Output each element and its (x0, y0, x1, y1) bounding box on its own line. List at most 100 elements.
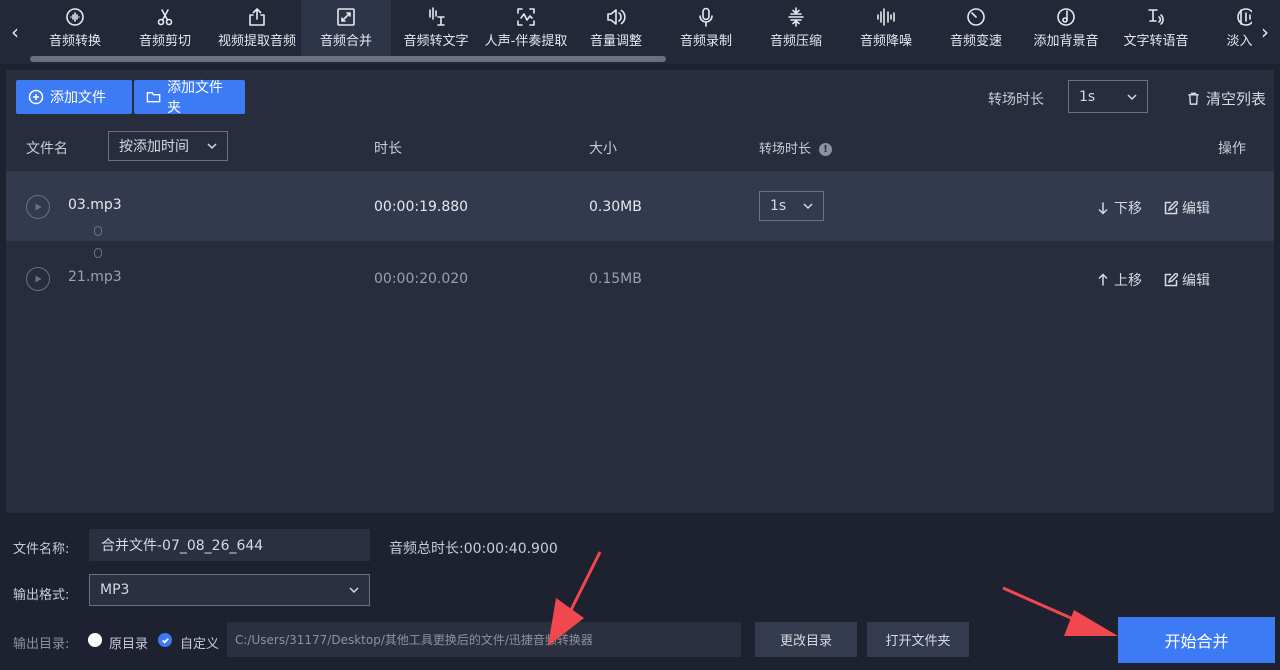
check-icon (161, 637, 169, 644)
total-duration-label: 音频总时长: (389, 541, 464, 557)
merge-panel: 添加文件 添加文件夹 转场时长 1s 清空列表 文件名 按添加时间 时长 大小 … (6, 70, 1274, 513)
volume-icon (605, 6, 627, 28)
tab-compress[interactable]: 音频压缩 (751, 0, 841, 58)
transition-label: 转场时长 (988, 92, 1044, 108)
compress-icon (785, 6, 807, 28)
tab-microphone[interactable]: 音频录制 (661, 0, 751, 58)
header-size: 大小 (589, 141, 617, 157)
original-dir-label: 原目录 (109, 637, 149, 652)
transition-select-value: 1s (1079, 88, 1096, 105)
tab-label: 文字转语音 (1123, 34, 1189, 49)
move-up-label: 上移 (1114, 273, 1142, 289)
file-size: 0.15MB (589, 271, 642, 287)
header-transition: 转场时长! (759, 138, 833, 157)
row-transition-value: 1s (770, 198, 787, 214)
header-duration: 时长 (374, 141, 402, 157)
header-filename: 文件名 (26, 141, 68, 157)
edit-label: 编辑 (1182, 201, 1210, 217)
folder-icon (146, 92, 161, 103)
clear-list-button[interactable]: 清空列表 (1186, 88, 1266, 109)
trash-icon (1188, 92, 1199, 105)
tab-fade[interactable]: 淡入淡 (1201, 0, 1252, 58)
add-folder-button[interactable]: 添加文件夹 (134, 80, 245, 116)
noise-reduction-icon (875, 6, 897, 28)
text-to-speech-icon (1145, 6, 1167, 28)
plus-circle-icon (28, 89, 44, 105)
arrow-down-icon (1098, 202, 1108, 215)
start-merge-button[interactable]: 开始合并 (1118, 617, 1275, 663)
row-transition-select[interactable]: 1s (759, 191, 824, 221)
move-down-label: 下移 (1114, 201, 1142, 217)
tab-waveform-box[interactable]: 人声-伴奏提取 (481, 0, 571, 58)
chevron-down-icon (349, 585, 359, 595)
chevron-down-icon (803, 201, 813, 211)
tab-label: 人声-伴奏提取 (484, 34, 568, 49)
tab-noise-reduction[interactable]: 音频降噪 (841, 0, 931, 58)
tab-label: 音频录制 (679, 34, 732, 49)
play-icon[interactable] (26, 267, 50, 291)
tab-speed[interactable]: 音频变速 (931, 0, 1021, 58)
file-name: 03.mp3 (68, 197, 122, 213)
annotation-arrow-head (1064, 610, 1118, 636)
tab-volume[interactable]: 音量调整 (571, 0, 661, 58)
add-file-label: 添加文件 (50, 90, 106, 106)
speech-to-text-icon (425, 6, 447, 28)
link-connector-icon (94, 226, 102, 236)
clear-list-label: 清空列表 (1206, 90, 1267, 108)
open-folder-button[interactable]: 打开文件夹 (867, 622, 969, 657)
tab-label: 音频合并 (319, 34, 372, 49)
toolbar-scrollbar[interactable] (30, 56, 666, 62)
sort-select[interactable]: 按添加时间 (108, 131, 228, 161)
speed-icon (965, 6, 987, 28)
tab-text-to-speech[interactable]: 文字转语音 (1111, 0, 1201, 58)
edit-button[interactable]: 编辑 (1164, 198, 1210, 218)
output-path-value: C:/Users/31177/Desktop/其他工具更换后的文件/迅捷音频转换… (235, 633, 593, 647)
tab-upload[interactable]: 视频提取音频 (212, 0, 302, 58)
output-dir-label: 输出目录: (13, 637, 70, 652)
radio-original-dir[interactable] (88, 633, 102, 647)
file-duration: 00:00:20.020 (374, 271, 469, 287)
tab-label: 音频转文字 (403, 34, 469, 49)
filename-label: 文件名称: (13, 542, 70, 557)
tab-merge[interactable]: 音频合并 (301, 0, 391, 58)
output-path-field[interactable]: C:/Users/31177/Desktop/其他工具更换后的文件/迅捷音频转换… (227, 622, 741, 657)
info-icon[interactable]: ! (819, 143, 833, 156)
tab-speech-to-text[interactable]: 音频转文字 (391, 0, 481, 58)
arrow-up-icon (1098, 273, 1108, 286)
edit-button[interactable]: 编辑 (1164, 270, 1210, 290)
feature-tabs: 音频转换 音频剪切 视频提取音频 音频合并 音频转文字 人声-伴奏提取 音量调整 音频录制 音频… (30, 0, 1252, 58)
audio-convert-icon (64, 6, 86, 28)
transition-select[interactable]: 1s (1068, 80, 1148, 113)
play-icon[interactable] (26, 195, 50, 219)
tab-label: 音频变速 (949, 34, 1002, 49)
tab-music-disc[interactable]: 添加背景音 (1021, 0, 1111, 58)
tab-scissors[interactable]: 音频剪切 (120, 0, 210, 58)
tab-label: 音量调整 (589, 34, 642, 49)
change-dir-button[interactable]: 更改目录 (755, 622, 857, 657)
tab-label: 音频压缩 (769, 34, 822, 49)
file-name: 21.mp3 (68, 269, 122, 285)
filename-input[interactable]: 合并文件-07_08_26_644 (89, 529, 370, 561)
scroll-right-arrow-icon[interactable]: › (1250, 0, 1280, 64)
header-transition-label: 转场时长 (759, 142, 812, 157)
table-row[interactable]: 21.mp3 00:00:20.020 0.15MB 上移 编辑 (6, 244, 1274, 314)
move-up-button[interactable]: 上移 (1096, 270, 1142, 290)
microphone-icon (695, 6, 717, 28)
radio-custom-dir[interactable] (158, 633, 172, 647)
move-down-button[interactable]: 下移 (1096, 198, 1142, 218)
sort-select-value: 按添加时间 (119, 139, 189, 155)
scroll-left-arrow-icon[interactable]: ‹ (0, 0, 30, 64)
custom-dir-label: 自定义 (180, 637, 220, 652)
format-select[interactable]: MP3 (89, 574, 370, 606)
feature-toolbar: ‹ 音频转换 音频剪切 视频提取音频 音频合并 音频转文字 人声-伴奏提取 音量调整 音频录制… (0, 0, 1280, 64)
scissors-icon (154, 6, 176, 28)
table-row[interactable]: 03.mp3 00:00:19.880 0.30MB 1s 下移 编辑 (6, 171, 1274, 241)
upload-icon (246, 6, 268, 28)
chevron-down-icon (1127, 92, 1137, 102)
edit-icon (1164, 273, 1178, 287)
tab-audio-convert[interactable]: 音频转换 (30, 0, 120, 58)
tab-label: 音频剪切 (138, 34, 191, 49)
waveform-box-icon (515, 6, 537, 28)
tab-label: 音频转换 (48, 34, 101, 49)
add-file-button[interactable]: 添加文件 (16, 80, 132, 114)
